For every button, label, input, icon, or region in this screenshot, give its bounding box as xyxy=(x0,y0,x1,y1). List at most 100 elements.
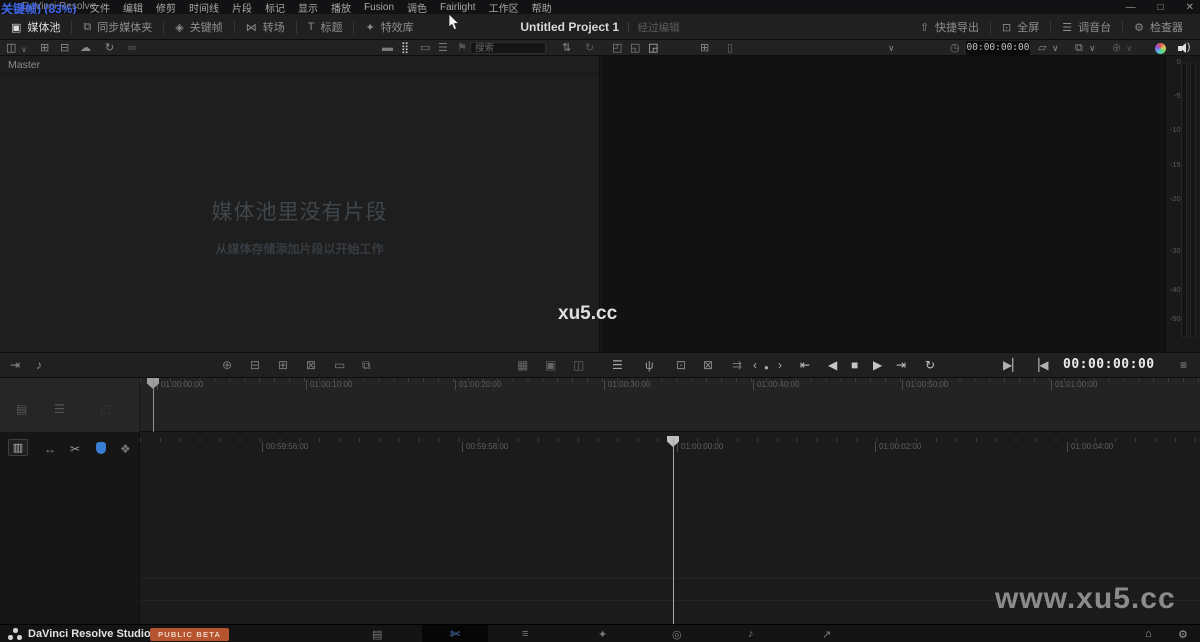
menu-edit[interactable]: 编辑 xyxy=(123,0,143,15)
track-list-icon[interactable]: ▤ xyxy=(16,402,27,416)
append-clip-icon[interactable]: ⇥ xyxy=(10,358,20,372)
close-up-icon[interactable]: ⊠ xyxy=(306,358,316,372)
view-grid-icon[interactable]: ⣿ xyxy=(401,42,409,54)
menu-view[interactable]: 显示 xyxy=(298,0,318,15)
page-fusion-icon[interactable]: ✦ xyxy=(598,628,607,641)
next-cut-icon[interactable]: ▶▏ xyxy=(1003,358,1021,372)
jog-dot-icon[interactable]: ● xyxy=(764,361,769,375)
bin-panel-toggle-icon[interactable]: ◫ xyxy=(6,42,16,54)
marker-icon[interactable] xyxy=(96,442,106,454)
timeline-detail[interactable]: ▥ ↔ ✂ ❖ 00:59:56:00 00:59:58:00 01:00:00… xyxy=(0,432,1200,624)
jog-right-icon[interactable]: › xyxy=(778,358,782,372)
import-folder-icon[interactable]: ⊟ xyxy=(60,42,69,54)
tag-icon[interactable]: ⚑ xyxy=(457,42,467,54)
split-scissors-icon[interactable]: ✂ xyxy=(70,442,80,456)
trim-mode-icon[interactable]: ▦ xyxy=(517,358,528,372)
menu-color[interactable]: 调色 xyxy=(407,0,427,15)
audio-waveform-icon[interactable]: ◫ xyxy=(573,358,584,372)
page-media-icon[interactable]: ▤ xyxy=(372,628,382,641)
close-button[interactable]: ✕ xyxy=(1186,2,1194,13)
bin-name-label[interactable]: Master xyxy=(8,59,40,71)
maximize-button[interactable]: □ xyxy=(1158,2,1164,13)
source-overwrite-icon[interactable]: ⧉ xyxy=(362,358,371,372)
pip-chevron-icon[interactable]: ∨ xyxy=(1089,42,1096,54)
viewer-mode-source-icon[interactable]: ◰ xyxy=(612,42,622,54)
sync-bin-toggle-button[interactable]: ⧉ 同步媒体夹 xyxy=(72,14,163,40)
timeline-options-menu-icon[interactable]: ≡ xyxy=(1180,358,1187,372)
camera-sync-icon[interactable]: ⬚ xyxy=(100,402,111,416)
inspector-button[interactable]: ⚙ 检查器 xyxy=(1123,14,1194,40)
home-icon[interactable]: ⌂ xyxy=(1145,628,1152,640)
menu-playback[interactable]: 播放 xyxy=(331,0,351,15)
pip-icon[interactable]: ⧉ xyxy=(1075,42,1083,54)
play-button[interactable]: ▶ xyxy=(873,358,882,372)
fullscreen-button[interactable]: ⊡ 全屏 xyxy=(991,14,1050,40)
ripple-overwrite-icon[interactable]: ⊞ xyxy=(278,358,288,372)
new-bin-icon[interactable]: ⊞ xyxy=(40,42,49,54)
timeline-timecode[interactable]: 00:00:00:00 xyxy=(1063,357,1155,372)
menu-workspace[interactable]: 工作区 xyxy=(489,0,519,15)
scrub-icon[interactable]: ▯ xyxy=(727,42,733,54)
menu-mark[interactable]: 标记 xyxy=(265,0,285,15)
speaker-icon[interactable]: ) xyxy=(1178,42,1192,54)
menu-fairlight[interactable]: Fairlight xyxy=(440,2,476,13)
menu-trim[interactable]: 修剪 xyxy=(156,0,176,15)
media-pool-panel[interactable]: Master 媒体池里没有片段 从媒体存储添加片段以开始工作 xyxy=(0,56,600,352)
zoom-chevron-icon[interactable]: ∨ xyxy=(1126,42,1133,54)
resolve-fx-color-icon[interactable] xyxy=(1155,43,1166,54)
media-pool-toggle-button[interactable]: ▣ 媒体池 xyxy=(0,14,71,40)
append-audio-icon[interactable]: ♪ xyxy=(36,358,42,372)
refresh-icon[interactable]: ↻ xyxy=(585,42,594,54)
viewer-mode-timeline-icon[interactable]: ◱ xyxy=(630,42,640,54)
menu-clip[interactable]: 片段 xyxy=(232,0,252,15)
view-list-icon[interactable]: ☰ xyxy=(438,42,448,54)
relink-icon[interactable]: ∞ xyxy=(128,42,136,54)
menu-timeline[interactable]: 时间线 xyxy=(189,0,219,15)
view-strip-icon[interactable]: ▭ xyxy=(420,42,430,54)
sort-icon[interactable]: ⇅ xyxy=(562,42,571,54)
keyframes-tool-icon[interactable]: ❖ xyxy=(120,442,131,456)
transform-icon[interactable]: ▱ xyxy=(1038,42,1046,54)
titles-toggle-button[interactable]: T 标题 xyxy=(297,14,354,40)
search-input[interactable] xyxy=(470,42,546,54)
page-edit-icon[interactable]: ≡ xyxy=(522,628,528,640)
append-end-icon[interactable]: ⊟ xyxy=(250,358,260,372)
timeline-overview[interactable]: ▤ ☰ ⬚ 01:00:00:00 01:00:10:00 01:00:20:0… xyxy=(0,378,1200,432)
quick-export-button[interactable]: ⇧ 快捷导出 xyxy=(909,14,990,40)
detail-playhead-line[interactable] xyxy=(673,438,674,624)
transitions-toggle-button[interactable]: ⋈ 转场 xyxy=(235,14,296,40)
keyframe-toggle-button[interactable]: ◈ 关键帧 xyxy=(164,14,233,40)
snapping-icon[interactable]: ▣ xyxy=(545,358,556,372)
minimize-button[interactable]: — xyxy=(1126,2,1136,13)
bin-panel-chevron-icon[interactable]: ∨ xyxy=(21,44,27,56)
page-fairlight-icon[interactable]: ♪ xyxy=(748,628,754,640)
poi-search-icon[interactable]: ⊠ xyxy=(703,358,713,372)
overlay-mode-icon[interactable]: ⇉ xyxy=(732,358,742,372)
zoom-fit-icon[interactable]: ⊕ xyxy=(1112,42,1121,54)
jog-left-icon[interactable]: ‹ xyxy=(753,358,757,372)
loop-button[interactable]: ↻ xyxy=(925,358,935,372)
effects-library-toggle-button[interactable]: ✦ 特效库 xyxy=(354,14,424,40)
timeline-overview-ruler[interactable]: 01:00:00:00 01:00:10:00 01:00:20:00 01:0… xyxy=(140,378,1200,392)
settings-gear-icon[interactable]: ⚙ xyxy=(1178,628,1188,641)
tools-icon[interactable]: ☰ xyxy=(612,358,623,372)
viewer-panel[interactable] xyxy=(601,56,1165,352)
place-on-top-icon[interactable]: ▭ xyxy=(334,358,345,372)
viewer-mode-fast-icon[interactable]: ◲ xyxy=(648,42,658,54)
trim-tool-icon[interactable]: ↔ xyxy=(44,442,56,456)
go-to-start-button[interactable]: ⇤ xyxy=(800,358,810,372)
viewer-timecode[interactable]: 00:00:00:00 xyxy=(966,41,1030,55)
stop-button[interactable]: ■ xyxy=(851,358,858,372)
view-card-icon[interactable]: ▬ xyxy=(382,42,393,54)
sync-icon[interactable]: ↻ xyxy=(105,42,114,54)
page-deliver-icon[interactable]: ↗ xyxy=(822,628,831,641)
menu-help[interactable]: 帮助 xyxy=(532,0,552,15)
viewer-grid-icon[interactable]: ⊞ xyxy=(700,42,709,54)
viewer-dropdown-chevron-icon[interactable]: ∨ xyxy=(888,42,895,54)
transform-chevron-icon[interactable]: ∨ xyxy=(1052,42,1059,54)
cloud-icon[interactable]: ☁ xyxy=(80,42,91,54)
microphone-icon[interactable]: ψ xyxy=(645,358,654,372)
page-color-icon[interactable]: ◎ xyxy=(672,628,682,641)
track-controls-icon[interactable]: ☰ xyxy=(54,402,65,416)
page-cut-active[interactable]: ✄ xyxy=(422,625,488,642)
